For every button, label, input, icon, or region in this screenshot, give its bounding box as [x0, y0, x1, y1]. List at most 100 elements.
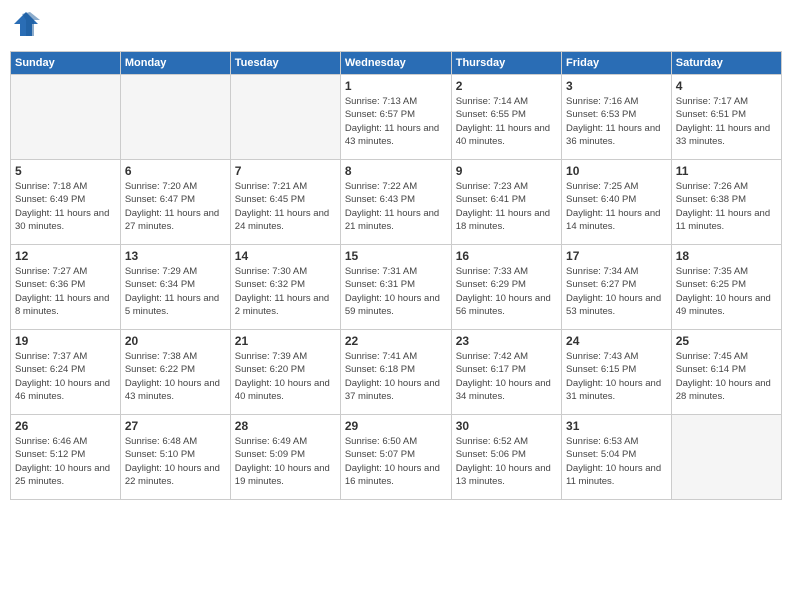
calendar-header-row: SundayMondayTuesdayWednesdayThursdayFrid… [11, 52, 782, 75]
calendar-cell: 2 Sunrise: 7:14 AMSunset: 6:55 PMDaylight… [451, 75, 561, 160]
day-info: Sunrise: 6:46 AMSunset: 5:12 PMDaylight:… [15, 435, 116, 488]
day-number: 16 [456, 249, 557, 263]
day-info: Sunrise: 6:53 AMSunset: 5:04 PMDaylight:… [566, 435, 667, 488]
day-number: 5 [15, 164, 116, 178]
calendar-cell: 11Sunrise: 7:26 AMSunset: 6:38 PMDayligh… [671, 160, 781, 245]
day-number: 24 [566, 334, 667, 348]
day-number: 6 [125, 164, 226, 178]
calendar-cell: 14 Sunrise: 7:30 AMSunset: 6:32 PMDayligh… [230, 245, 340, 330]
calendar-cell: 8 Sunrise: 7:22 AMSunset: 6:43 PMDaylight… [340, 160, 451, 245]
day-info: Sunrise: 6:48 AMSunset: 5:10 PMDaylight:… [125, 435, 226, 488]
calendar-week-row-4: 19Sunrise: 7:37 AMSunset: 6:24 PMDayligh… [11, 330, 782, 415]
day-number: 4 [676, 79, 777, 93]
calendar-week-row-2: 5 Sunrise: 7:18 AMSunset: 6:49 PMDaylight… [11, 160, 782, 245]
day-info: Sunrise: 7:41 AMSunset: 6:18 PMDaylight:… [345, 350, 447, 403]
day-info: Sunrise: 7:34 AMSunset: 6:27 PMDaylight:… [566, 265, 667, 318]
day-info: Sunrise: 7:42 AMSunset: 6:17 PMDaylight:… [456, 350, 557, 403]
calendar-cell [671, 415, 781, 500]
day-number: 17 [566, 249, 667, 263]
day-info: Sunrise: 7:23 AMSunset: 6:41 PMDaylight:… [456, 180, 557, 233]
day-number: 2 [456, 79, 557, 93]
day-info: Sunrise: 7:39 AMSunset: 6:20 PMDaylight:… [235, 350, 336, 403]
day-info: Sunrise: 6:50 AMSunset: 5:07 PMDaylight:… [345, 435, 447, 488]
calendar-week-row-3: 12 Sunrise: 7:27 AMSunset: 6:36 PMDayligh… [11, 245, 782, 330]
calendar-cell [230, 75, 340, 160]
calendar-cell: 28Sunrise: 6:49 AMSunset: 5:09 PMDayligh… [230, 415, 340, 500]
calendar-cell: 20 Sunrise: 7:38 AMSunset: 6:22 PMDayligh… [120, 330, 230, 415]
day-info: Sunrise: 7:21 AMSunset: 6:45 PMDaylight:… [235, 180, 336, 233]
calendar-table: SundayMondayTuesdayWednesdayThursdayFrid… [10, 51, 782, 500]
day-number: 20 [125, 334, 226, 348]
day-number: 27 [125, 419, 226, 433]
calendar-cell: 9Sunrise: 7:23 AMSunset: 6:41 PMDaylight… [451, 160, 561, 245]
day-info: Sunrise: 7:38 AMSunset: 6:22 PMDaylight:… [125, 350, 226, 403]
calendar-cell: 12 Sunrise: 7:27 AMSunset: 6:36 PMDayligh… [11, 245, 121, 330]
calendar-header-friday: Friday [562, 52, 672, 75]
day-info: Sunrise: 7:27 AMSunset: 6:36 PMDaylight:… [15, 265, 116, 318]
day-info: Sunrise: 7:35 AMSunset: 6:25 PMDaylight:… [676, 265, 777, 318]
calendar-cell: 1Sunrise: 7:13 AMSunset: 6:57 PMDaylight… [340, 75, 451, 160]
day-number: 30 [456, 419, 557, 433]
logo [10, 10, 40, 43]
day-info: Sunrise: 7:31 AMSunset: 6:31 PMDaylight:… [345, 265, 447, 318]
calendar-cell: 29 Sunrise: 6:50 AMSunset: 5:07 PMDayligh… [340, 415, 451, 500]
calendar-cell: 25Sunrise: 7:45 AMSunset: 6:14 PMDayligh… [671, 330, 781, 415]
calendar-header-saturday: Saturday [671, 52, 781, 75]
calendar-cell: 10 Sunrise: 7:25 AMSunset: 6:40 PMDayligh… [562, 160, 672, 245]
day-info: Sunrise: 7:18 AMSunset: 6:49 PMDaylight:… [15, 180, 116, 233]
day-number: 12 [15, 249, 116, 263]
calendar-header-monday: Monday [120, 52, 230, 75]
day-number: 26 [15, 419, 116, 433]
calendar-cell: 31 Sunrise: 6:53 AMSunset: 5:04 PMDayligh… [562, 415, 672, 500]
calendar-header-thursday: Thursday [451, 52, 561, 75]
calendar-cell: 13 Sunrise: 7:29 AMSunset: 6:34 PMDayligh… [120, 245, 230, 330]
calendar-week-row-1: 1Sunrise: 7:13 AMSunset: 6:57 PMDaylight… [11, 75, 782, 160]
day-number: 10 [566, 164, 667, 178]
day-number: 3 [566, 79, 667, 93]
day-number: 31 [566, 419, 667, 433]
day-info: Sunrise: 7:30 AMSunset: 6:32 PMDaylight:… [235, 265, 336, 318]
calendar-cell: 24Sunrise: 7:43 AMSunset: 6:15 PMDayligh… [562, 330, 672, 415]
calendar-cell: 27 Sunrise: 6:48 AMSunset: 5:10 PMDayligh… [120, 415, 230, 500]
day-info: Sunrise: 7:14 AMSunset: 6:55 PMDaylight:… [456, 95, 557, 148]
calendar-cell: 3 Sunrise: 7:16 AMSunset: 6:53 PMDaylight… [562, 75, 672, 160]
day-number: 22 [345, 334, 447, 348]
day-number: 18 [676, 249, 777, 263]
calendar-cell: 22 Sunrise: 7:41 AMSunset: 6:18 PMDayligh… [340, 330, 451, 415]
day-info: Sunrise: 7:37 AMSunset: 6:24 PMDaylight:… [15, 350, 116, 403]
calendar-cell: 15Sunrise: 7:31 AMSunset: 6:31 PMDayligh… [340, 245, 451, 330]
logo-icon [12, 10, 40, 38]
calendar-cell: 5 Sunrise: 7:18 AMSunset: 6:49 PMDaylight… [11, 160, 121, 245]
day-number: 1 [345, 79, 447, 93]
calendar-cell: 19Sunrise: 7:37 AMSunset: 6:24 PMDayligh… [11, 330, 121, 415]
day-number: 23 [456, 334, 557, 348]
calendar-cell [120, 75, 230, 160]
calendar-cell: 18 Sunrise: 7:35 AMSunset: 6:25 PMDayligh… [671, 245, 781, 330]
page: SundayMondayTuesdayWednesdayThursdayFrid… [0, 0, 792, 612]
day-info: Sunrise: 7:45 AMSunset: 6:14 PMDaylight:… [676, 350, 777, 403]
day-info: Sunrise: 7:29 AMSunset: 6:34 PMDaylight:… [125, 265, 226, 318]
calendar-cell: 23 Sunrise: 7:42 AMSunset: 6:17 PMDayligh… [451, 330, 561, 415]
day-info: Sunrise: 7:33 AMSunset: 6:29 PMDaylight:… [456, 265, 557, 318]
calendar-cell: 26 Sunrise: 6:46 AMSunset: 5:12 PMDayligh… [11, 415, 121, 500]
calendar-cell [11, 75, 121, 160]
day-number: 13 [125, 249, 226, 263]
day-info: Sunrise: 7:22 AMSunset: 6:43 PMDaylight:… [345, 180, 447, 233]
day-info: Sunrise: 7:20 AMSunset: 6:47 PMDaylight:… [125, 180, 226, 233]
calendar-cell: 21Sunrise: 7:39 AMSunset: 6:20 PMDayligh… [230, 330, 340, 415]
header [10, 10, 782, 43]
calendar-week-row-5: 26 Sunrise: 6:46 AMSunset: 5:12 PMDayligh… [11, 415, 782, 500]
day-number: 11 [676, 164, 777, 178]
calendar-header-sunday: Sunday [11, 52, 121, 75]
calendar-header-wednesday: Wednesday [340, 52, 451, 75]
day-number: 14 [235, 249, 336, 263]
day-info: Sunrise: 7:25 AMSunset: 6:40 PMDaylight:… [566, 180, 667, 233]
calendar-cell: 17 Sunrise: 7:34 AMSunset: 6:27 PMDayligh… [562, 245, 672, 330]
calendar-cell: 4Sunrise: 7:17 AMSunset: 6:51 PMDaylight… [671, 75, 781, 160]
day-number: 8 [345, 164, 447, 178]
day-info: Sunrise: 7:16 AMSunset: 6:53 PMDaylight:… [566, 95, 667, 148]
day-number: 7 [235, 164, 336, 178]
day-info: Sunrise: 6:49 AMSunset: 5:09 PMDaylight:… [235, 435, 336, 488]
day-number: 29 [345, 419, 447, 433]
calendar-cell: 30Sunrise: 6:52 AMSunset: 5:06 PMDayligh… [451, 415, 561, 500]
